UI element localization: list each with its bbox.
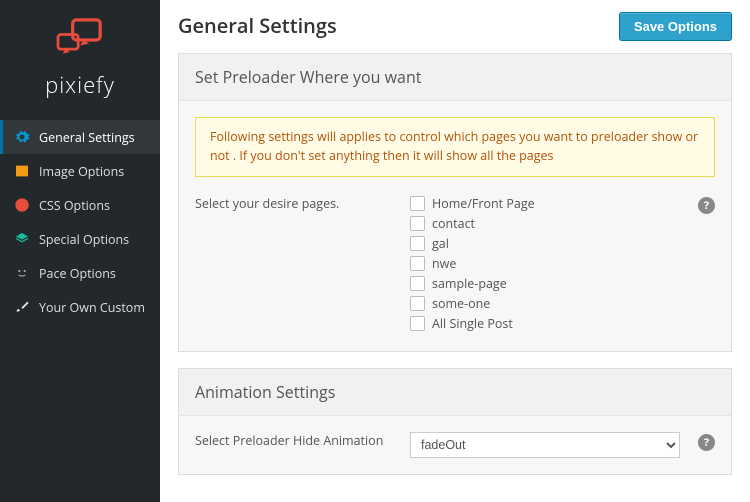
- checkbox-icon: [410, 236, 425, 251]
- menu-label: Image Options: [39, 163, 124, 180]
- sidebar-item-general-settings[interactable]: General Settings: [0, 120, 160, 154]
- checkbox-icon: [410, 256, 425, 271]
- checkbox-item[interactable]: contact: [410, 215, 715, 232]
- checkbox-icon: [410, 196, 425, 211]
- opt-label: Home/Front Page: [432, 195, 535, 212]
- opt-label: sample-page: [432, 275, 507, 292]
- sidebar-item-image-options[interactable]: Image Options: [0, 154, 160, 188]
- field-label: Select your desire pages.: [195, 195, 410, 212]
- notice-box: Following settings will applies to contr…: [195, 117, 715, 177]
- panel-body: Select Preloader Hide Animation fadeOut …: [179, 416, 731, 474]
- sidebar-item-css-options[interactable]: CSS Options: [0, 188, 160, 222]
- clock-icon: [13, 196, 31, 214]
- panel-body: Following settings will applies to contr…: [179, 101, 731, 351]
- opt-label: some-one: [432, 295, 490, 312]
- brand-name: pixiefy: [10, 70, 150, 100]
- menu-label: Your Own Custom: [39, 299, 145, 316]
- opt-label: nwe: [432, 255, 456, 272]
- field-animation: Select Preloader Hide Animation fadeOut …: [195, 432, 715, 458]
- field-label: Select Preloader Hide Animation: [195, 432, 410, 449]
- panel-animation: Animation Settings Select Preloader Hide…: [178, 368, 732, 475]
- gear-icon: [13, 128, 31, 146]
- sidebar: pixiefy General Settings Image Options C…: [0, 0, 160, 502]
- menu-label: CSS Options: [39, 197, 110, 214]
- opt-label: All Single Post: [432, 315, 513, 332]
- layers-icon: [13, 230, 31, 248]
- checkbox-icon: [410, 216, 425, 231]
- menu-label: Special Options: [39, 231, 129, 248]
- save-options-button[interactable]: Save Options: [619, 12, 732, 41]
- checkbox-icon: [410, 276, 425, 291]
- sidebar-item-special-options[interactable]: Special Options: [0, 222, 160, 256]
- help-icon[interactable]: ?: [698, 434, 715, 451]
- help-icon[interactable]: ?: [698, 197, 715, 214]
- field-control: Home/Front Page contact gal nwe sample-p…: [410, 195, 715, 335]
- main-content: General Settings Save Options Set Preloa…: [160, 0, 750, 502]
- sidebar-item-custom[interactable]: Your Own Custom: [0, 290, 160, 324]
- opt-label: gal: [432, 235, 449, 252]
- checkbox-list: Home/Front Page contact gal nwe sample-p…: [410, 195, 715, 332]
- sidebar-menu: General Settings Image Options CSS Optio…: [0, 120, 160, 324]
- panel-heading: Set Preloader Where you want: [179, 54, 731, 101]
- brand-block: pixiefy: [0, 0, 160, 120]
- panel-preloader: Set Preloader Where you want Following s…: [178, 53, 732, 352]
- checkbox-item[interactable]: gal: [410, 235, 715, 252]
- menu-label: General Settings: [39, 129, 135, 146]
- sidebar-item-pace-options[interactable]: Pace Options: [0, 256, 160, 290]
- checkbox-icon: [410, 316, 425, 331]
- page-title: General Settings: [178, 12, 337, 39]
- panel-heading: Animation Settings: [179, 369, 731, 416]
- brand-icon: [52, 18, 108, 66]
- app-frame: pixiefy General Settings Image Options C…: [0, 0, 750, 502]
- image-icon: [13, 162, 31, 180]
- menu-label: Pace Options: [39, 265, 116, 282]
- face-icon: [13, 264, 31, 282]
- checkbox-item[interactable]: nwe: [410, 255, 715, 272]
- field-pages: Select your desire pages. Home/Front Pag…: [195, 195, 715, 335]
- brush-icon: [13, 298, 31, 316]
- opt-label: contact: [432, 215, 475, 232]
- field-control: fadeOut: [410, 432, 715, 458]
- animation-select[interactable]: fadeOut: [410, 432, 680, 458]
- page-header: General Settings Save Options: [178, 12, 732, 41]
- checkbox-item[interactable]: All Single Post: [410, 315, 715, 332]
- checkbox-item[interactable]: Home/Front Page: [410, 195, 715, 212]
- checkbox-icon: [410, 296, 425, 311]
- checkbox-item[interactable]: some-one: [410, 295, 715, 312]
- checkbox-item[interactable]: sample-page: [410, 275, 715, 292]
